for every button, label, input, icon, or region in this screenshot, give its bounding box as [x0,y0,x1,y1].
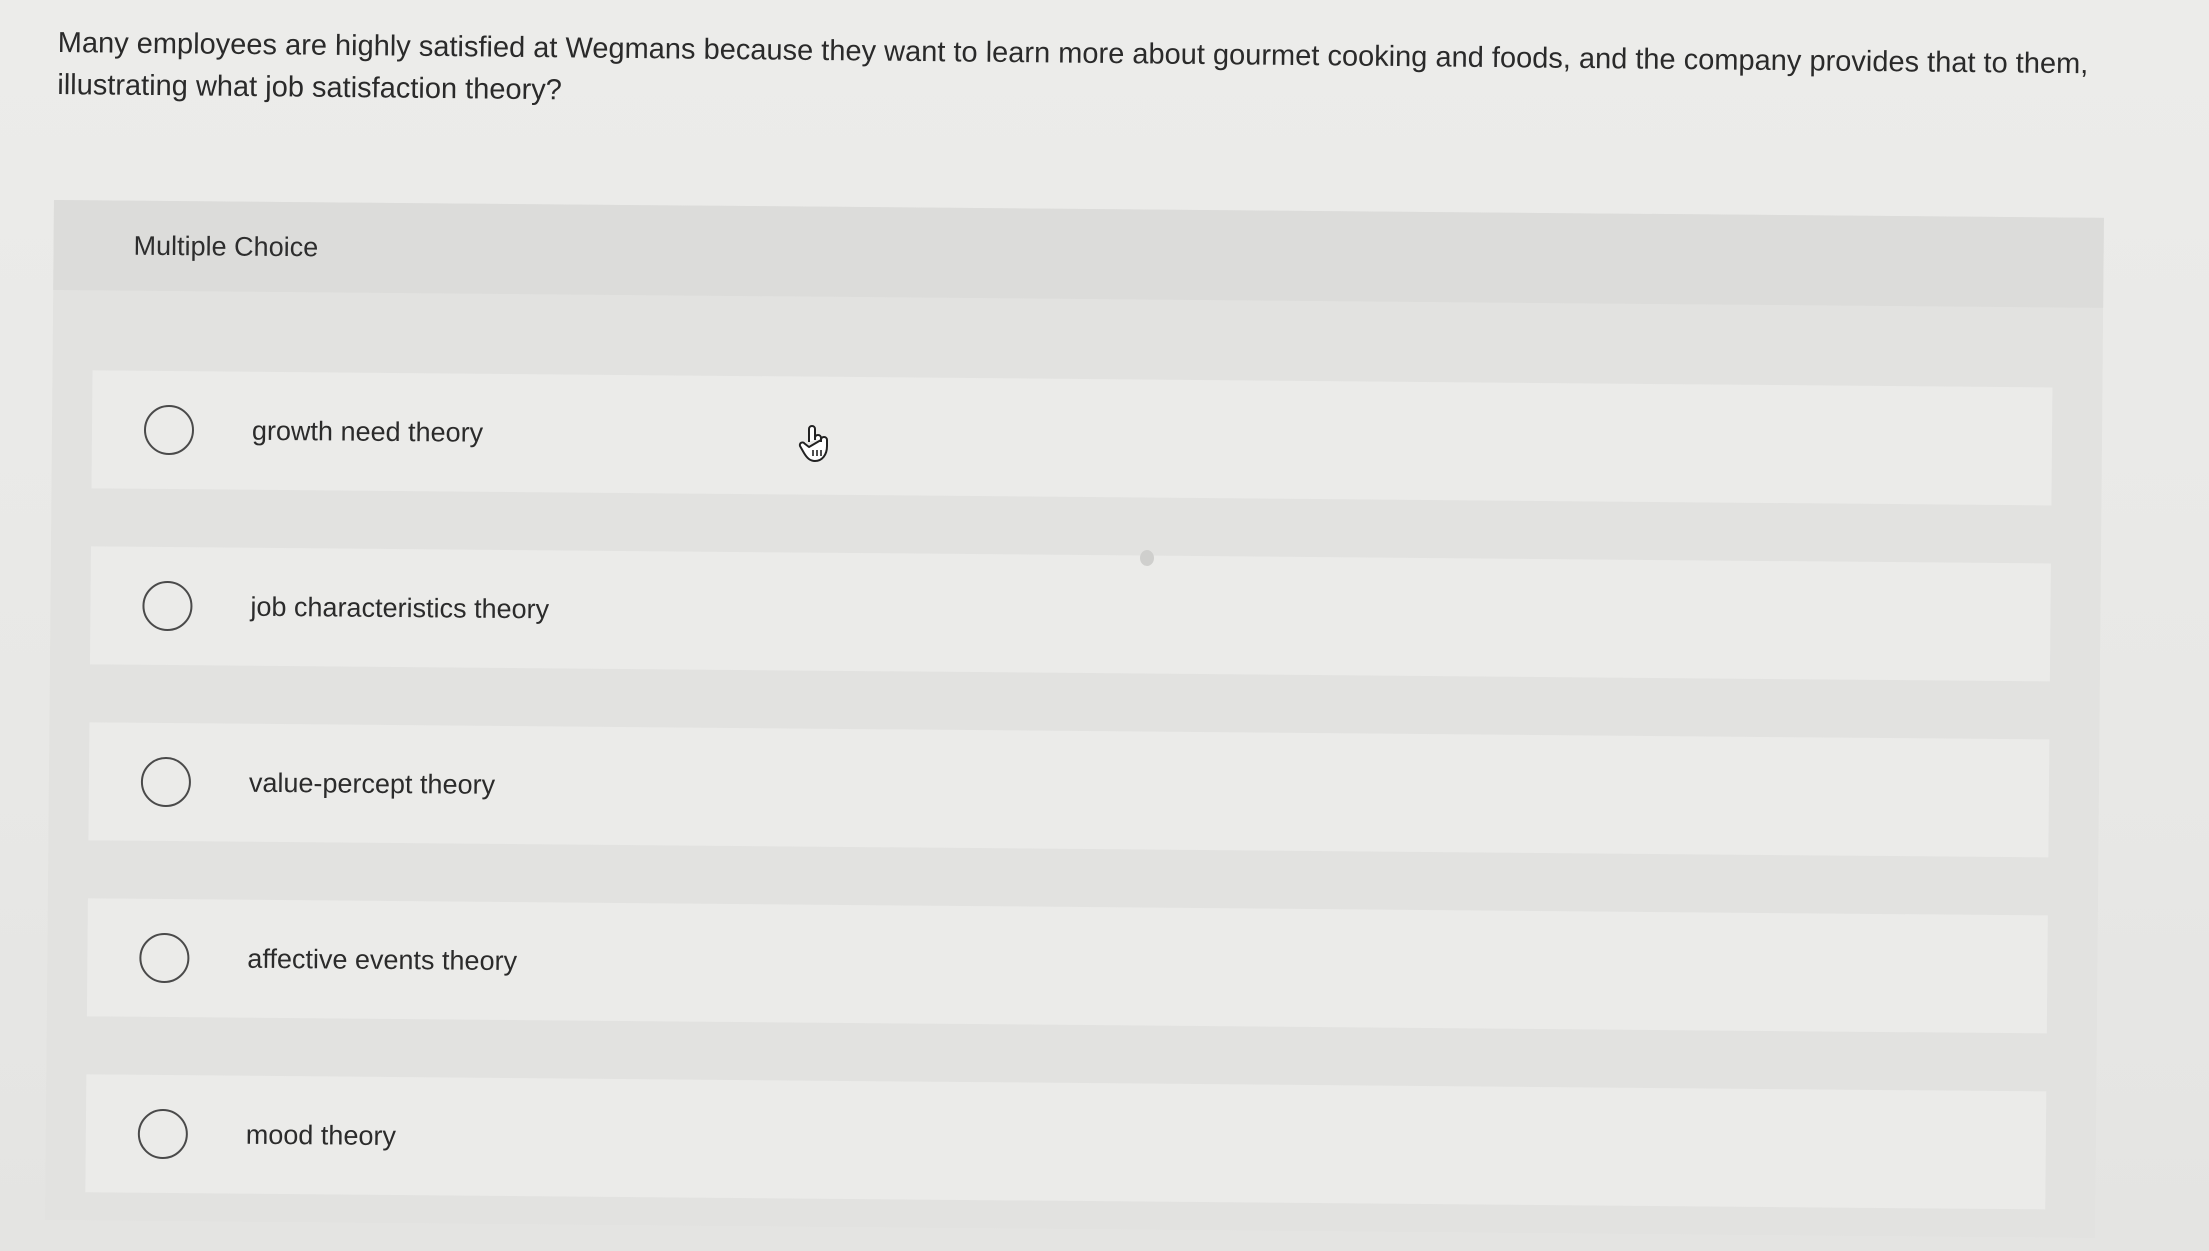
screen-speck [1140,550,1154,566]
choice-option-1[interactable]: growth need theory [91,370,2053,506]
radio-circle-icon[interactable] [143,404,195,456]
multiple-choice-label: Multiple Choice [133,230,319,263]
choice-option-2[interactable]: job characteristics theory [89,546,2051,682]
question-text: Many employees are highly satisfied at W… [57,26,2089,107]
multiple-choice-header: Multiple Choice [53,200,2104,308]
choice-label: mood theory [245,1119,397,1151]
radio-circle-icon[interactable] [139,932,190,984]
choice-label: job characteristics theory [250,591,550,624]
choice-label: value-percept theory [248,767,496,800]
choice-label: affective events theory [247,943,518,976]
choice-label: growth need theory [251,415,484,448]
radio-circle-icon[interactable] [137,1108,189,1160]
radio-circle-icon[interactable] [140,756,192,808]
multiple-choice-panel: Multiple Choice growth need theory job c… [45,200,2104,1238]
choice-option-4[interactable]: affective events theory [86,898,2048,1034]
radio-circle-icon[interactable] [142,580,193,632]
choice-option-5[interactable]: mood theory [85,1074,2047,1210]
choice-option-3[interactable]: value-percept theory [88,722,2050,858]
hand-pointer-icon [798,425,828,462]
quiz-page: Many employees are highly satisfied at W… [0,0,2209,1251]
